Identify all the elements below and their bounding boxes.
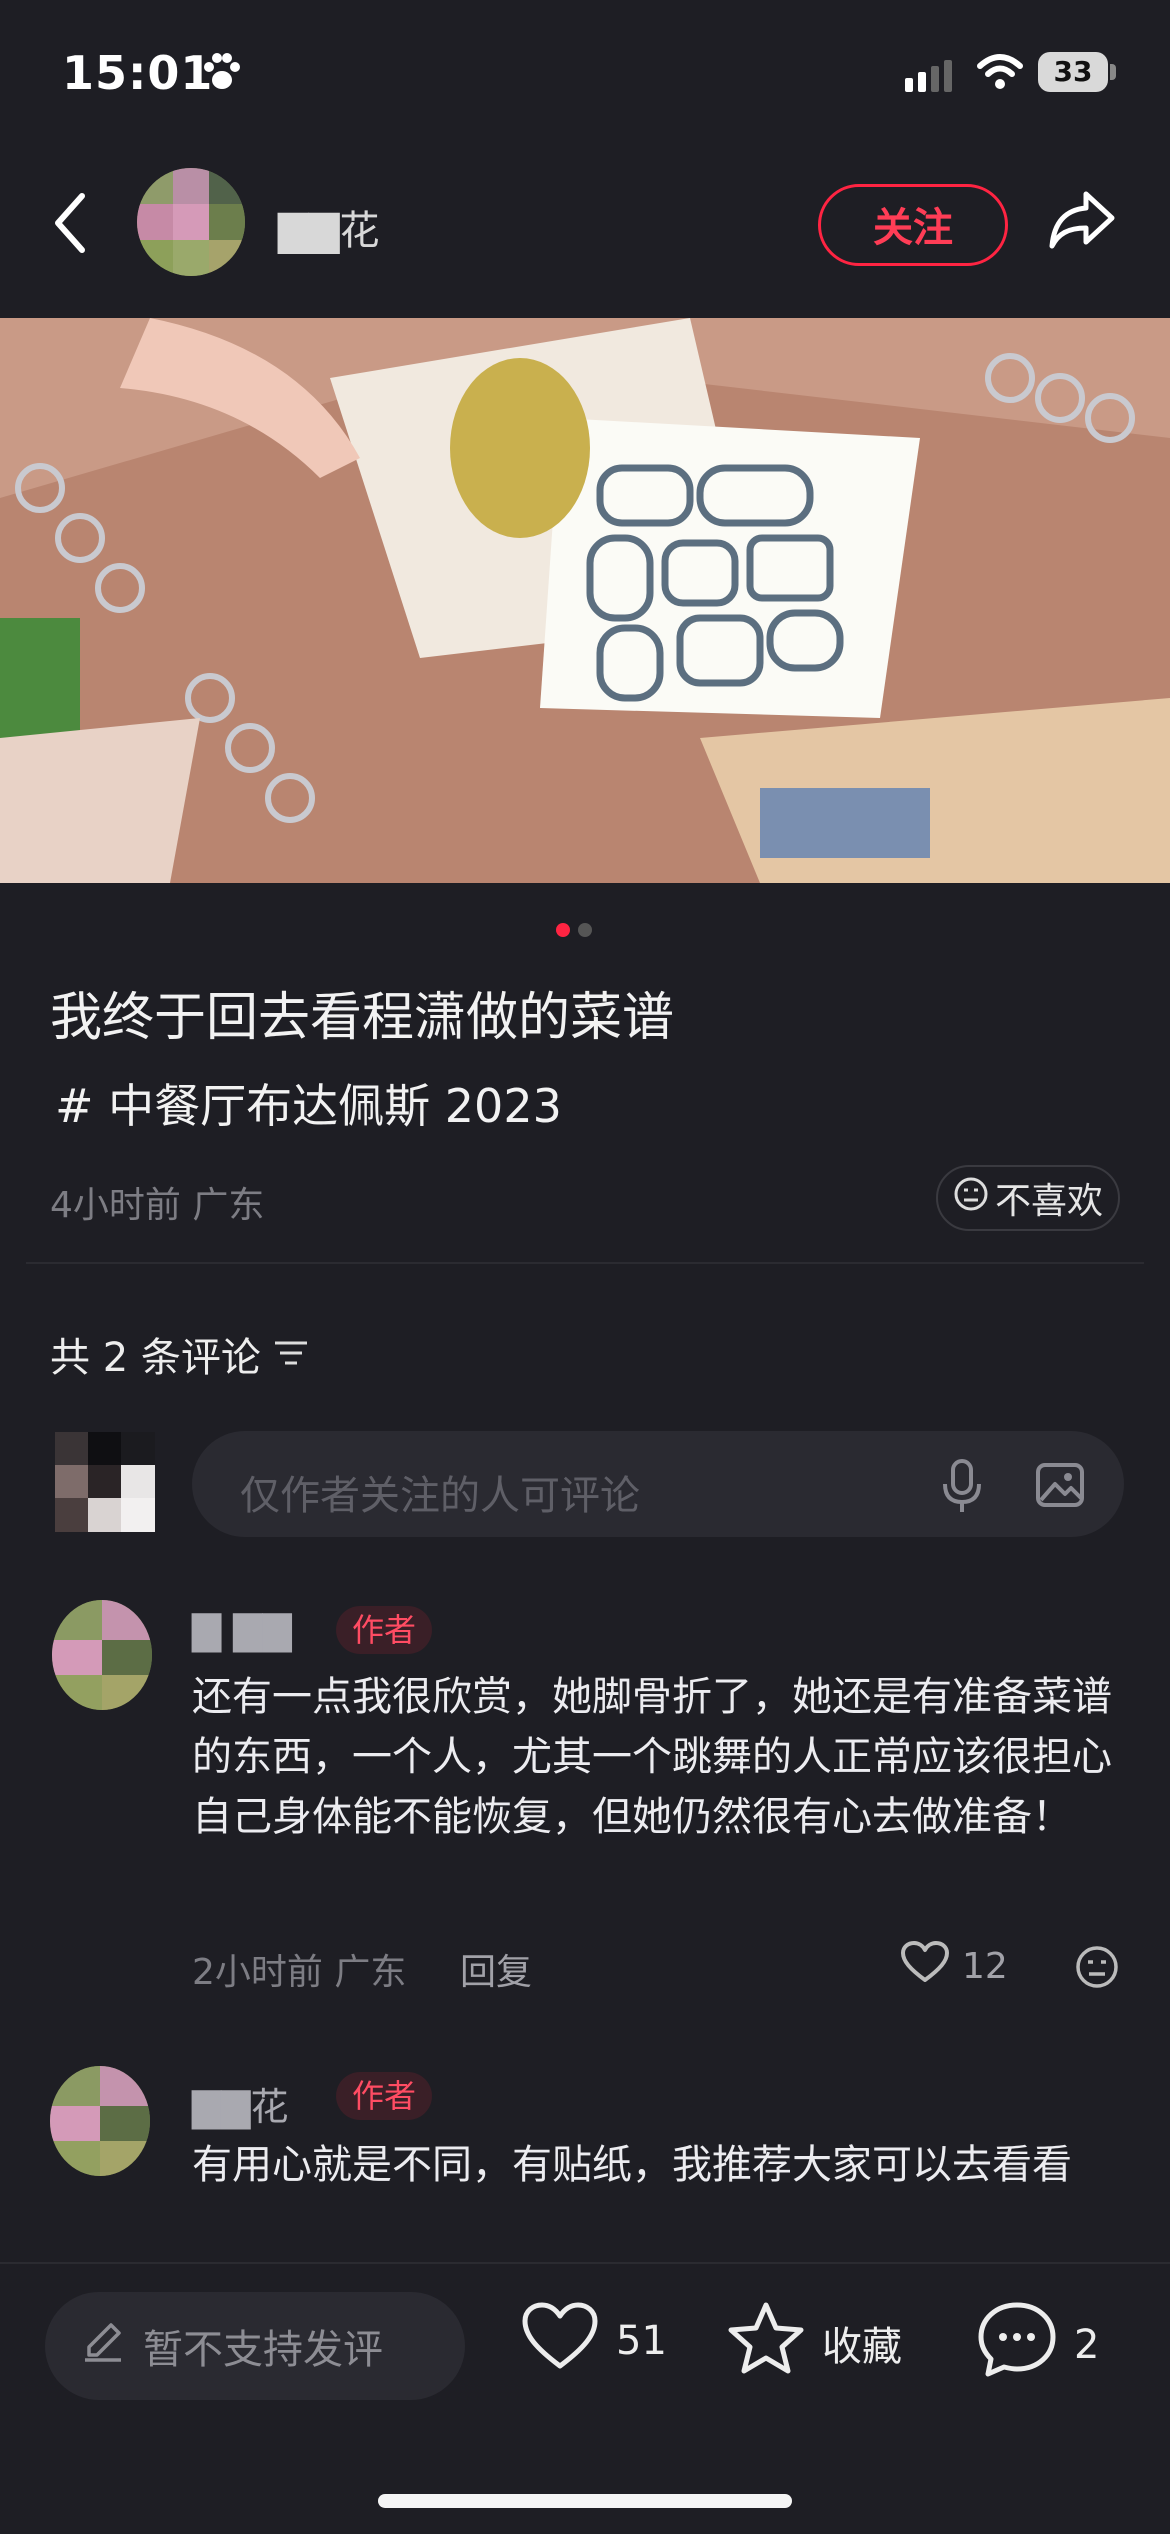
commenter-name[interactable]: ▇ ▇▇ [192,1608,292,1652]
share-icon[interactable] [1048,188,1118,256]
back-icon[interactable] [50,190,90,260]
star-icon [726,2300,806,2386]
author-badge: 作者 [336,1606,433,1654]
carousel-dots [556,922,600,941]
comment-input-placeholder: 仅作者关注的人可评论 [240,1473,640,1519]
comment-count[interactable]: 共 2 条评论 [50,1325,309,1383]
pencil-icon [81,2319,125,2373]
divider [26,1262,1144,1264]
heart-icon [900,1940,950,1993]
battery-icon: 33 [1038,52,1108,92]
comment-like-button[interactable]: 12 [900,1940,1008,1993]
signal-icon [905,58,959,96]
sort-icon[interactable] [273,1331,309,1377]
battery-tip [1110,64,1116,80]
more-face-icon[interactable] [1074,1944,1120,1994]
post-meta: 4小时前 广东 [50,1185,265,1226]
like-button[interactable]: 51 [520,2300,667,2382]
carousel-dot [578,923,592,937]
comment-count-label: 共 2 条评论 [50,1335,261,1381]
dislike-label: 不喜欢 [994,1181,1103,1222]
my-avatar [55,1432,155,1532]
heart-icon [520,2300,600,2382]
collect-label: 收藏 [822,2324,902,2370]
compose-label: 暂不支持发评 [143,2327,383,2373]
compose-button[interactable]: 暂不支持发评 [45,2292,465,2400]
paw-icon [200,50,244,98]
post-title: 我终于回去看程潇做的菜谱 [50,988,675,1048]
commenter-name[interactable]: ▇▇花 [192,2076,288,2131]
commenter-avatar[interactable] [52,1600,152,1710]
comment-text: 有用心就是不同，有贴纸，我推荐大家可以去看看 [192,2142,1072,2188]
author-avatar[interactable] [137,168,245,276]
follow-button[interactable]: 关注 [818,184,1008,266]
comment-button[interactable]: 2 [976,2300,1099,2390]
status-time: 15:01 [62,46,214,100]
comment-like-count: 12 [962,1946,1008,1987]
reply-button[interactable]: 回复 [460,1943,532,1995]
mic-icon[interactable] [940,1458,984,1518]
author-badge: 作者 [336,2072,433,2120]
comment-meta: 2小时前 广东 [192,1952,407,1993]
carousel-dot-active [556,923,570,937]
comment-bubble-icon [976,2300,1058,2390]
like-count: 51 [616,2318,667,2364]
post-hashtag[interactable]: # 中餐厅布达佩斯 2023 [55,1070,562,1136]
commenter-avatar[interactable] [50,2066,150,2176]
comment-count-bottom: 2 [1074,2322,1100,2368]
home-indicator[interactable] [378,2494,792,2508]
image-icon[interactable] [1035,1462,1085,1512]
dislike-face-icon [953,1176,989,1221]
collect-button[interactable]: 收藏 [726,2300,902,2386]
dislike-button[interactable]: 不喜欢 [936,1165,1120,1231]
comment-text: 还有一点我很欣赏，她脚骨折了，她还是有准备菜谱的东西，一个人，尤其一个跳舞的人正… [192,1674,1112,1840]
author-name[interactable]: ▇▇花 [278,198,380,256]
wifi-icon [975,52,1025,96]
post-image[interactable] [0,318,1170,883]
